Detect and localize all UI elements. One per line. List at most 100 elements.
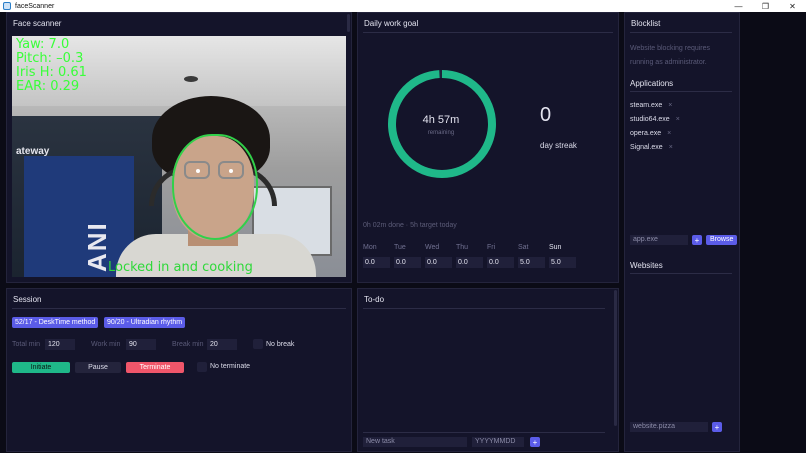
- session-divider: [12, 308, 346, 309]
- admin-note-line-1: Website blocking requires: [630, 45, 711, 52]
- preset-deskTime-button[interactable]: 52/17 - DeskTime method: [12, 317, 99, 328]
- feed-poster: [24, 156, 134, 277]
- day-goal-input[interactable]: 0.0: [425, 257, 452, 268]
- app-icon: [3, 2, 11, 10]
- application-name: Signal.exe: [630, 144, 663, 151]
- break-min-label: Break min: [172, 341, 204, 348]
- session-title: Session: [13, 295, 42, 304]
- app-input[interactable]: app.exe: [630, 235, 688, 245]
- application-item: opera.exe ×: [630, 130, 671, 137]
- remaining-label: remaining: [427, 130, 455, 136]
- add-task-button[interactable]: +: [530, 437, 540, 447]
- day-goal-input[interactable]: 0.0: [394, 257, 421, 268]
- preset-ultradian-button[interactable]: 90/20 - Ultradian rhythm: [104, 317, 186, 328]
- face-tracking-outline: [172, 134, 258, 240]
- day-label: Fri: [487, 244, 496, 251]
- day-label: Mon: [363, 244, 377, 251]
- admin-note: Website blocking requires running as adm…: [630, 42, 710, 70]
- day-goal-wed: Wed 0.0: [425, 244, 453, 268]
- applications-title: Applications: [630, 79, 674, 88]
- todo-panel: To-do: [357, 288, 619, 452]
- yaw-readout: Yaw: 7.0: [16, 37, 70, 52]
- new-task-input[interactable]: New task: [363, 437, 467, 447]
- day-label: Thu: [456, 244, 469, 251]
- day-goal-input[interactable]: 0.0: [487, 257, 514, 268]
- application-item: Signal.exe ×: [630, 144, 673, 151]
- daily-goal-divider: [363, 32, 613, 33]
- work-min-input[interactable]: 90: [126, 339, 156, 350]
- blocklist-title: Blocklist: [631, 19, 661, 28]
- daily-goal-title: Daily work goal: [364, 19, 419, 28]
- websites-title: Websites: [630, 261, 663, 270]
- day-goal-input[interactable]: 0.0: [456, 257, 483, 268]
- streak-label: day streak: [540, 141, 577, 150]
- day-goal-input[interactable]: 5.0: [518, 257, 545, 268]
- face-scanner-title: Face scanner: [13, 19, 62, 28]
- application-name: opera.exe: [630, 130, 662, 137]
- day-goal-sat: Sat 5.0: [518, 244, 546, 268]
- no-break-checkbox[interactable]: [253, 339, 263, 349]
- remove-application-icon[interactable]: ×: [668, 102, 672, 109]
- remaining-value: 4h 57m: [422, 114, 460, 126]
- total-min-input[interactable]: 120: [45, 339, 75, 350]
- day-goal-input[interactable]: 5.0: [549, 257, 576, 268]
- day-goal-sun: Sun 5.0: [549, 244, 577, 268]
- website-input[interactable]: website.pizza: [630, 422, 708, 432]
- restore-button[interactable]: ❐: [752, 0, 779, 12]
- blocklist-panel: Blocklist: [624, 12, 740, 452]
- blocklist-divider: [630, 32, 732, 33]
- day-goal-mon: Mon 0.0: [363, 244, 391, 268]
- day-goal-fri: Fri 0.0: [487, 244, 515, 268]
- feed-lamp: [184, 76, 198, 82]
- initiate-button[interactable]: Initiate: [12, 362, 70, 373]
- minimize-button[interactable]: —: [725, 0, 752, 12]
- window-title: faceScanner: [15, 2, 55, 10]
- day-label: Sun: [549, 244, 562, 251]
- todo-title: To-do: [364, 295, 385, 304]
- remove-application-icon[interactable]: ×: [669, 144, 673, 151]
- day-goal-tue: Tue 0.0: [394, 244, 422, 268]
- todo-input-divider: [363, 432, 605, 433]
- terminate-button[interactable]: Terminate: [126, 362, 184, 373]
- task-date-input[interactable]: YYYYMMDD: [472, 437, 524, 447]
- feed-poster-side-text: ateway: [16, 146, 50, 157]
- goal-progress-note: 0h 02m done · 5h target today: [363, 222, 457, 229]
- work-min-label: Work min: [91, 341, 121, 348]
- day-goal-thu: Thu 0.0: [456, 244, 484, 268]
- camera-feed: ateway ANI Yaw: 7.0 Pitch: –0.3 Iris H: …: [12, 36, 346, 277]
- application-item: studio64.exe ×: [630, 116, 680, 123]
- day-label: Wed: [425, 244, 440, 251]
- remove-application-icon[interactable]: ×: [667, 130, 671, 137]
- streak-value: 0: [540, 104, 552, 126]
- applications-divider: [630, 91, 732, 92]
- admin-note-line-2: running as administrator.: [630, 59, 707, 66]
- close-button[interactable]: ✕: [779, 0, 806, 12]
- websites-divider: [630, 273, 732, 274]
- browse-button[interactable]: Browse: [706, 235, 738, 245]
- no-terminate-label: No terminate: [210, 363, 251, 370]
- day-goal-input[interactable]: 0.0: [363, 257, 390, 268]
- day-label: Sat: [518, 244, 529, 251]
- application-item: steam.exe ×: [630, 102, 672, 109]
- iris-readout: Iris H: 0.61: [16, 65, 87, 80]
- no-terminate-checkbox[interactable]: [197, 362, 207, 372]
- add-website-button[interactable]: +: [712, 422, 722, 432]
- application-name: steam.exe: [630, 102, 663, 109]
- add-app-button[interactable]: +: [692, 235, 702, 245]
- todo-scrollbar[interactable]: [614, 290, 617, 426]
- total-min-label: Total min: [12, 341, 41, 348]
- no-break-label: No break: [266, 341, 295, 348]
- pitch-readout: Pitch: –0.3: [16, 51, 84, 66]
- face-scanner-scrollbar[interactable]: [347, 14, 350, 32]
- tracking-overlay: Yaw: 7.0 Pitch: –0.3 Iris H: 0.61 EAR: 0…: [16, 38, 87, 94]
- remove-application-icon[interactable]: ×: [676, 116, 680, 123]
- day-label: Tue: [394, 244, 406, 251]
- pause-button[interactable]: Pause: [75, 362, 121, 373]
- ear-readout: EAR: 0.29: [16, 79, 80, 94]
- break-min-input[interactable]: 20: [207, 339, 237, 350]
- application-name: studio64.exe: [630, 116, 670, 123]
- focus-status: Locked in and cooking: [108, 260, 253, 275]
- todo-divider: [363, 308, 605, 309]
- window-controls: — ❐ ✕: [725, 0, 806, 12]
- title-bar: faceScanner — ❐ ✕: [0, 0, 806, 12]
